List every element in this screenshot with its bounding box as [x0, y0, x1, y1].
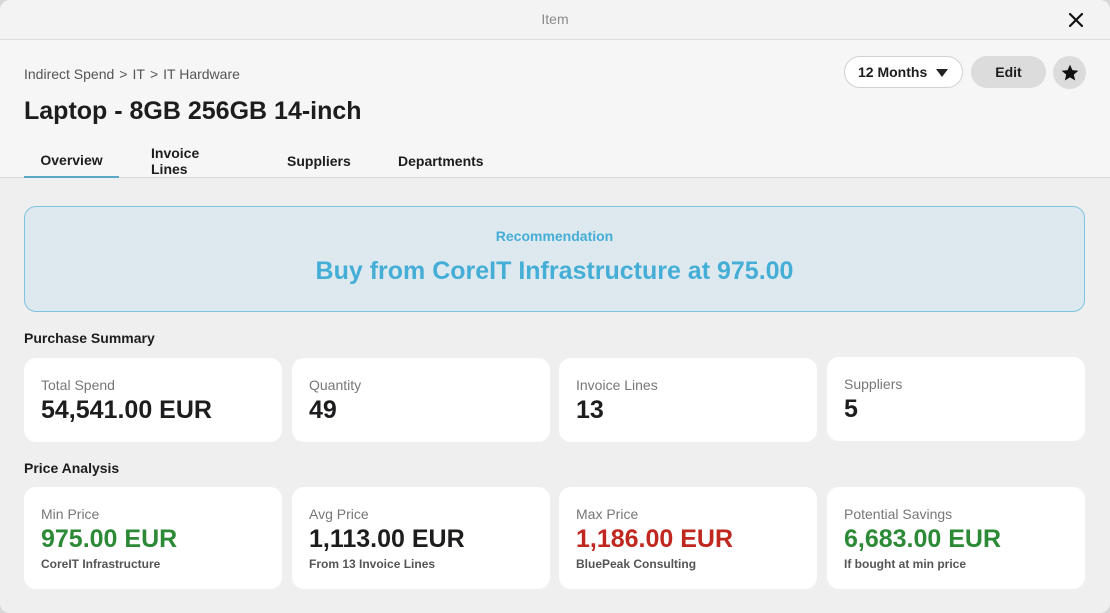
card-subtext: If bought at min price	[844, 557, 966, 571]
edit-button[interactable]: Edit	[971, 56, 1046, 88]
tab-bar: Overview Invoice Lines Suppliers Departm…	[24, 144, 504, 178]
title-bar: Item	[0, 0, 1110, 40]
total-spend-card: Total Spend 54,541.00 EUR	[24, 358, 282, 442]
item-window: Item Indirect Spend > IT > IT Hardware L…	[0, 0, 1110, 613]
card-value: 5	[844, 395, 858, 423]
page-title: Laptop - 8GB 256GB 14-inch	[24, 97, 362, 125]
item-header: Indirect Spend > IT > IT Hardware Laptop…	[0, 40, 1110, 178]
quantity-card: Quantity 49	[292, 358, 550, 442]
period-select[interactable]: 12 Months	[844, 56, 963, 88]
close-button[interactable]	[1064, 8, 1088, 32]
card-label: Max Price	[576, 506, 639, 522]
card-subtext: BluePeak Consulting	[576, 557, 697, 571]
favorite-button[interactable]	[1053, 56, 1086, 89]
breadcrumb-separator: >	[149, 66, 159, 82]
tab-suppliers[interactable]: Suppliers	[243, 144, 354, 178]
purchase-summary-title: Purchase Summary	[24, 330, 155, 346]
tab-overview[interactable]: Overview	[24, 144, 119, 178]
tab-invoice-lines[interactable]: Invoice Lines	[119, 144, 243, 178]
price-analysis-title: Price Analysis	[24, 460, 120, 476]
card-subtext: CoreIT Infrastructure	[41, 557, 161, 571]
card-label: Suppliers	[844, 376, 903, 392]
period-select-value: 12 Months	[858, 64, 928, 80]
recommendation-banner: Recommendation Buy from CoreIT Infrastru…	[24, 206, 1085, 312]
suppliers-card: Suppliers 5	[827, 357, 1085, 441]
card-value: 54,541.00 EUR	[41, 396, 212, 424]
card-label: Avg Price	[309, 506, 369, 522]
tab-departments[interactable]: Departments	[354, 144, 504, 178]
max-price-card: Max Price 1,186.00 EUR BluePeak Consulti…	[559, 487, 817, 589]
min-price-card: Min Price 975.00 EUR CoreIT Infrastructu…	[24, 487, 282, 589]
recommendation-label: Recommendation	[495, 228, 614, 244]
close-icon	[1069, 13, 1083, 27]
card-value: 1,186.00 EUR	[576, 525, 734, 553]
breadcrumb-item-indirect-spend[interactable]: Indirect Spend	[24, 66, 114, 82]
breadcrumb-separator: >	[119, 66, 128, 82]
recommendation-text: Buy from CoreIT Infrastructure at 975.00	[315, 257, 794, 285]
card-label: Potential Savings	[844, 506, 953, 522]
invoice-lines-card: Invoice Lines 13	[559, 358, 817, 442]
card-value: 6,683.00 EUR	[844, 525, 1002, 553]
avg-price-card: Avg Price 1,113.00 EUR From 13 Invoice L…	[292, 487, 550, 589]
card-label: Quantity	[309, 377, 362, 393]
potential-savings-card: Potential Savings 6,683.00 EUR If bought…	[827, 487, 1085, 589]
card-label: Total Spend	[41, 377, 115, 393]
card-value: 975.00 EUR	[41, 525, 178, 553]
card-label: Invoice Lines	[576, 377, 658, 393]
card-value: 1,113.00 EUR	[309, 525, 465, 553]
card-value: 13	[576, 396, 604, 424]
chevron-down-icon	[936, 69, 948, 77]
card-subtext: From 13 Invoice Lines	[309, 557, 436, 571]
star-icon	[1061, 64, 1078, 80]
card-label: Min Price	[41, 506, 100, 522]
breadcrumb-item-it[interactable]: IT	[132, 66, 144, 82]
breadcrumb: Indirect Spend > IT > IT Hardware	[24, 66, 240, 82]
card-value: 49	[309, 396, 337, 424]
breadcrumb-item-it-hardware[interactable]: IT Hardware	[163, 66, 240, 82]
window-title: Item	[541, 11, 569, 27]
